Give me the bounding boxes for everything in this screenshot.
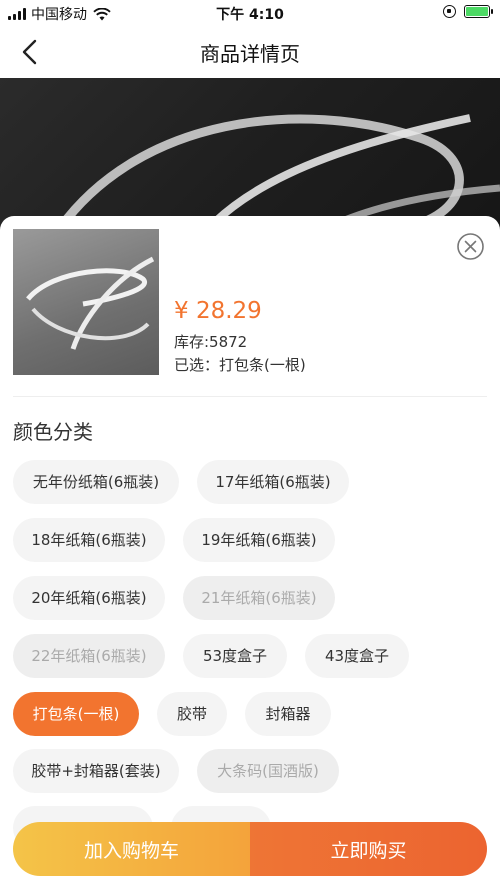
divider xyxy=(13,396,487,397)
option-chip[interactable]: 19年纸箱(6瓶装) xyxy=(183,518,335,562)
status-right xyxy=(443,5,493,18)
product-price: ¥ 28.29 xyxy=(174,298,262,324)
option-chip[interactable]: 43度盒子 xyxy=(305,634,409,678)
close-icon[interactable] xyxy=(456,232,485,261)
option-chip[interactable]: 胶带 xyxy=(157,692,227,736)
product-thumbnail xyxy=(13,229,159,375)
option-chip[interactable]: 18年纸箱(6瓶装) xyxy=(13,518,165,562)
option-chip[interactable]: 封箱器 xyxy=(245,692,331,736)
selected-option: 已选：打包条(一根) xyxy=(174,356,306,374)
option-chip[interactable]: 20年纸箱(6瓶装) xyxy=(13,576,165,620)
option-chip[interactable]: 无年份纸箱(6瓶装) xyxy=(13,460,179,504)
status-bar: 中国移动 下午 4:10 xyxy=(0,0,500,26)
status-time: 下午 4:10 xyxy=(216,7,284,23)
battery-level xyxy=(466,7,488,16)
battery-icon xyxy=(464,5,493,18)
buy-now-button[interactable]: 立即购买 xyxy=(250,822,487,876)
bottom-action-bar: 加入购物车 立即购买 xyxy=(13,822,487,876)
option-chip[interactable]: 53度盒子 xyxy=(183,634,287,678)
option-chip[interactable]: 17年纸箱(6瓶装) xyxy=(197,460,349,504)
color-category-title: 颜色分类 xyxy=(13,420,93,444)
option-chip-selected[interactable]: 打包条(一根) xyxy=(13,692,139,736)
add-to-cart-button[interactable]: 加入购物车 xyxy=(13,822,250,876)
option-chip-disabled: 大条码(国酒版) xyxy=(197,749,339,793)
orientation-lock-icon xyxy=(443,5,456,18)
nav-bar: 商品详情页 xyxy=(0,26,500,78)
option-chip-disabled: 21年纸箱(6瓶装) xyxy=(183,576,335,620)
sku-selector-sheet: ¥ 28.29 库存:5872 已选：打包条(一根) 颜色分类 无年份纸箱(6瓶… xyxy=(0,216,500,889)
option-chip[interactable]: 胶带+封箱器(套装) xyxy=(13,749,179,793)
product-stock: 库存:5872 xyxy=(174,333,248,351)
option-chip-disabled: 22年纸箱(6瓶装) xyxy=(13,634,165,678)
page-title: 商品详情页 xyxy=(200,42,300,66)
